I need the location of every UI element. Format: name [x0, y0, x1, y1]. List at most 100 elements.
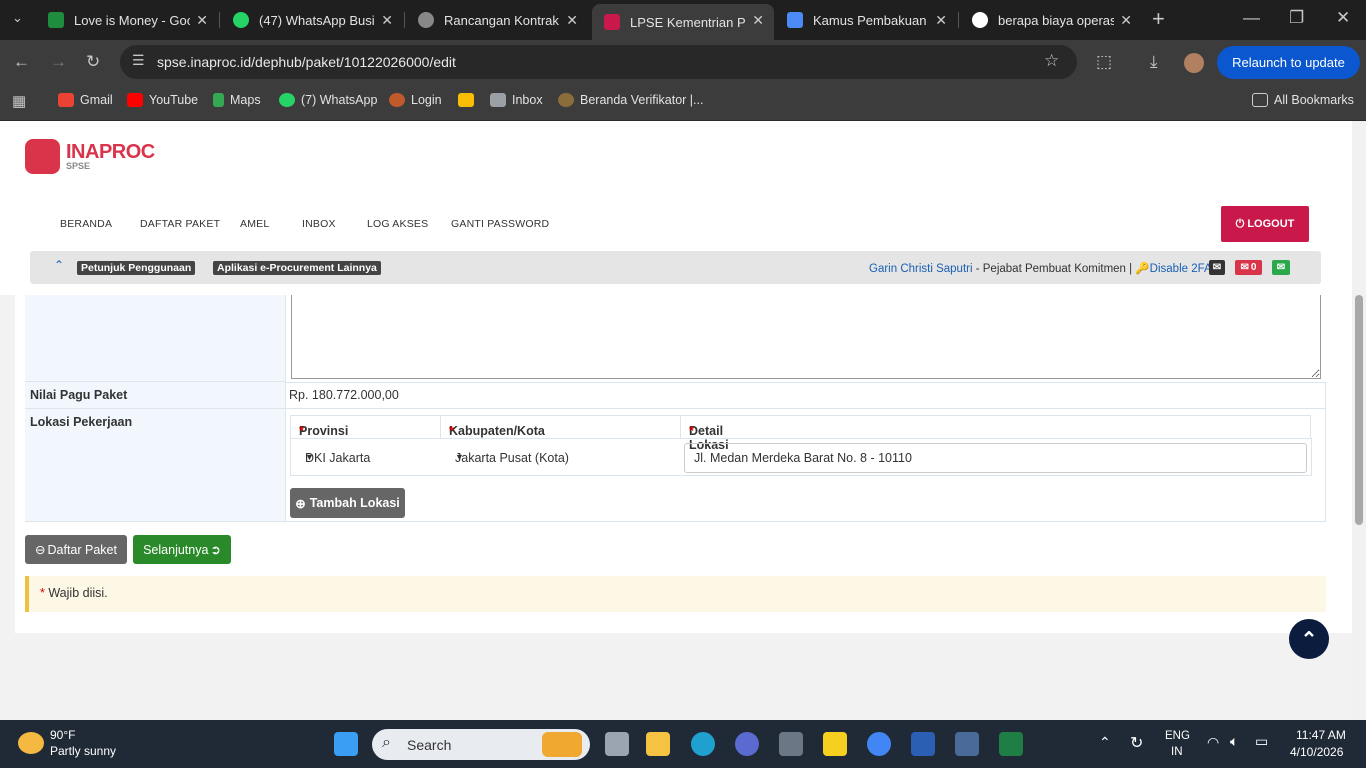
- browser-tab[interactable]: Rancangan Kontrak P ✕: [406, 4, 588, 36]
- kabupaten-select[interactable]: Jakarta Pusat (Kota) ▼: [441, 443, 674, 473]
- sticky-notes-icon[interactable]: [823, 732, 847, 756]
- clock-time[interactable]: 11:47 AM: [1296, 728, 1346, 742]
- scroll-to-top-button[interactable]: ⌃: [1289, 619, 1329, 659]
- bookmark-photos[interactable]: [458, 93, 480, 107]
- weather-icon[interactable]: [18, 732, 44, 754]
- whatsapp-icon: [233, 12, 249, 28]
- page-scrollbar[interactable]: [1352, 121, 1366, 720]
- envelope-icon: ✉: [1240, 262, 1249, 273]
- relaunch-button[interactable]: Relaunch to update: [1217, 46, 1360, 79]
- bookmark-icon: [787, 12, 803, 28]
- close-window-icon[interactable]: ✕: [1336, 8, 1350, 28]
- close-icon[interactable]: ✕: [1120, 12, 1132, 29]
- download-icon[interactable]: ⤓: [1150, 52, 1158, 72]
- weather-desc[interactable]: Partly sunny: [50, 744, 116, 758]
- chevron-up-icon[interactable]: ⌃: [1099, 734, 1111, 751]
- profile-avatar[interactable]: [1184, 53, 1204, 73]
- nav-amel[interactable]: AMEL: [240, 218, 269, 230]
- inbox-button[interactable]: ✉: [1272, 260, 1290, 275]
- sheets-icon: [48, 12, 64, 28]
- word-icon[interactable]: [911, 732, 935, 756]
- bookmark-gmail[interactable]: Gmail: [58, 93, 113, 107]
- chevron-up-icon: ⌃: [1300, 628, 1318, 651]
- selanjutnya-button[interactable]: Selanjutnya ➲: [133, 535, 231, 564]
- mail-icon: [490, 93, 506, 107]
- description-textarea[interactable]: [291, 295, 1321, 379]
- user-role: - Pejabat Pembuat Komitmen |: [972, 263, 1136, 275]
- sync-icon[interactable]: ↻: [1130, 733, 1143, 753]
- windows-start-icon[interactable]: [334, 732, 358, 756]
- extensions-icon[interactable]: ⬚: [1096, 52, 1112, 72]
- petunjuk-penggunaan-link[interactable]: Petunjuk Penggunaan: [77, 261, 196, 275]
- collapse-icon[interactable]: ⌃: [54, 258, 64, 272]
- bookmark-login[interactable]: Login: [389, 93, 442, 107]
- maximize-icon[interactable]: ❐: [1289, 8, 1304, 28]
- required-note: * Wajib diisi.: [25, 576, 1326, 612]
- forward-icon[interactable]: →: [50, 52, 67, 72]
- bookmark-inbox[interactable]: Inbox: [490, 93, 543, 107]
- address-bar[interactable]: ☰ spse.inaproc.id/dephub/paket/101220260…: [120, 45, 1077, 79]
- browser-tab-active[interactable]: LPSE Kementrian Perh ✕: [592, 4, 774, 40]
- tambah-lokasi-button[interactable]: ⊕ Tambah Lokasi: [290, 488, 405, 518]
- wifi-icon[interactable]: ◠: [1207, 734, 1219, 751]
- bookmark-whatsapp[interactable]: (7) WhatsApp: [279, 93, 377, 107]
- all-bookmarks[interactable]: All Bookmarks: [1252, 93, 1354, 107]
- daftar-paket-button[interactable]: ⊖ Daftar Paket: [25, 535, 127, 564]
- close-icon[interactable]: ✕: [935, 12, 947, 29]
- nav-beranda[interactable]: BERANDA: [60, 218, 112, 230]
- edge-icon[interactable]: [691, 732, 715, 756]
- nav-log-akses[interactable]: LOG AKSES: [367, 218, 428, 230]
- nav-ganti-password[interactable]: GANTI PASSWORD: [451, 218, 549, 230]
- input-region[interactable]: IN: [1171, 746, 1183, 758]
- apps-icon[interactable]: ▦: [12, 92, 26, 110]
- reload-icon[interactable]: ↻: [86, 52, 100, 72]
- bookmark-beranda[interactable]: Beranda Verifikator |...: [558, 93, 703, 107]
- key-icon: 🔑: [1135, 263, 1150, 275]
- detail-lokasi-input[interactable]: Jl. Medan Merdeka Barat No. 8 - 10110: [684, 443, 1307, 473]
- battery-icon[interactable]: ▭: [1255, 733, 1268, 750]
- nav-daftar-paket[interactable]: DAFTAR PAKET: [140, 218, 220, 230]
- mail-count-button[interactable]: ✉ 0: [1235, 260, 1262, 275]
- windows-taskbar: 90°F Partly sunny ⌕ Search ⌃ ↻ ENG IN ◠ …: [0, 720, 1366, 768]
- file-explorer-icon[interactable]: [646, 732, 670, 756]
- chrome-icon[interactable]: [867, 732, 891, 756]
- url-text[interactable]: spse.inaproc.id/dephub/paket/10122026000…: [157, 54, 456, 70]
- minimize-icon[interactable]: —: [1243, 8, 1260, 28]
- bookmark-youtube[interactable]: YouTube: [127, 93, 198, 107]
- close-icon[interactable]: ✕: [196, 12, 208, 29]
- provinsi-select[interactable]: DKI Jakarta ▼: [291, 443, 439, 473]
- browser-tab[interactable]: Love is Money - Goo ✕: [36, 4, 218, 36]
- site-info-icon[interactable]: ☰: [132, 52, 145, 69]
- input-language[interactable]: ENG: [1165, 730, 1190, 742]
- taskbar-search[interactable]: ⌕ Search: [372, 729, 590, 760]
- excel-icon[interactable]: [999, 732, 1023, 756]
- user-name[interactable]: Garin Christi Saputri: [869, 263, 973, 275]
- aplikasi-lainnya-link[interactable]: Aplikasi e-Procurement Lainnya: [213, 261, 381, 275]
- star-icon[interactable]: ☆: [1044, 51, 1059, 71]
- browser-tab[interactable]: (47) WhatsApp Busin ✕: [221, 4, 403, 36]
- message-button[interactable]: ✉: [1209, 260, 1225, 275]
- close-icon[interactable]: ✕: [566, 12, 578, 29]
- new-tab-button[interactable]: +: [1152, 6, 1165, 32]
- copilot-icon[interactable]: [735, 732, 759, 756]
- nav-inbox[interactable]: INBOX: [302, 218, 336, 230]
- logout-button[interactable]: ⏻ LOGOUT: [1221, 206, 1309, 242]
- clock-date[interactable]: 4/10/2026: [1290, 745, 1343, 759]
- disable-2fa-link[interactable]: Disable 2FA: [1150, 263, 1212, 275]
- volume-icon[interactable]: 🔈︎: [1230, 733, 1238, 750]
- folder-icon: [1252, 93, 1268, 107]
- tab-search-icon[interactable]: ⌄: [12, 10, 23, 26]
- browser-tab[interactable]: berapa biaya operasi ✕: [960, 4, 1142, 36]
- calculator-icon[interactable]: [955, 732, 979, 756]
- close-icon[interactable]: ✕: [752, 12, 764, 29]
- task-view-icon[interactable]: [605, 732, 629, 756]
- pagu-label: Nilai Pagu Paket: [30, 388, 128, 402]
- weather-temp[interactable]: 90°F: [50, 728, 75, 742]
- bookmark-maps[interactable]: Maps: [213, 93, 261, 107]
- camera-icon[interactable]: [779, 732, 803, 756]
- back-icon[interactable]: ←: [13, 52, 30, 72]
- scrollbar-thumb[interactable]: [1355, 295, 1363, 525]
- browser-tab[interactable]: Kamus Pembakuan St ✕: [775, 4, 957, 36]
- close-icon[interactable]: ✕: [381, 12, 393, 29]
- login-icon: [389, 93, 405, 107]
